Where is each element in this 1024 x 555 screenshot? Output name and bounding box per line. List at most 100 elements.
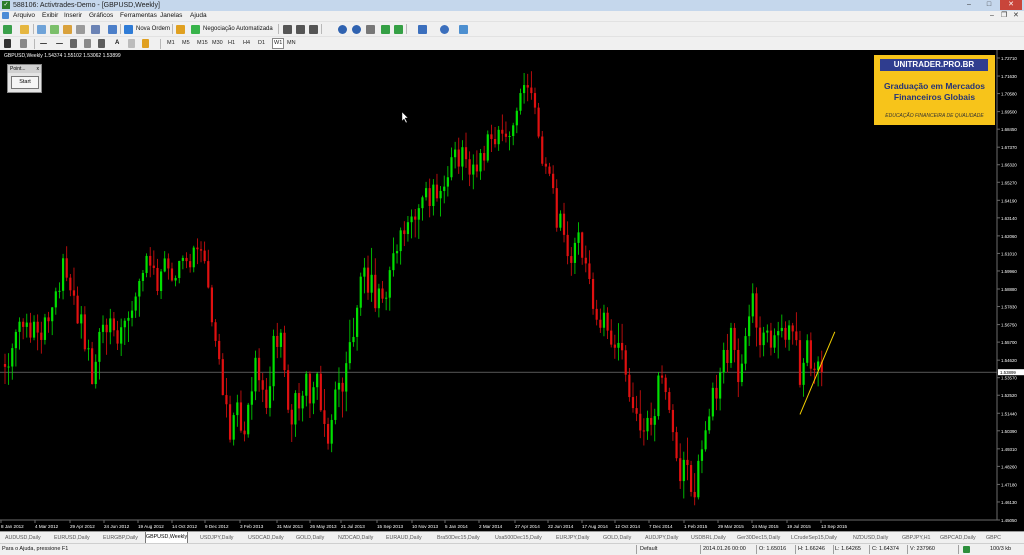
menu-graficos[interactable]: Gráficos xyxy=(89,12,113,20)
candle-body xyxy=(461,147,464,167)
minimize-button[interactable]: – xyxy=(960,0,978,10)
indicators-icon[interactable] xyxy=(418,25,427,34)
price-chart[interactable]: 1.72710 1.71630 1.70580 1.69500 1.68450 1.673… xyxy=(0,50,1024,531)
candle-body xyxy=(22,321,25,327)
timeframe-m1[interactable]: M1 xyxy=(167,39,175,48)
timeframe-m15[interactable]: M15 xyxy=(197,39,208,48)
timeframe-w1[interactable]: W1 xyxy=(272,38,285,49)
tab-nzdusd-daily[interactable]: NZDUSD,Daily xyxy=(853,533,888,543)
templates-icon[interactable] xyxy=(459,25,468,34)
tab-eurjpy-daily[interactable]: EURJPY,Daily xyxy=(556,533,589,543)
timeframe-h1[interactable]: H1 xyxy=(228,39,235,48)
tab-audjpy-daily[interactable]: AUDJPY,Daily xyxy=(645,533,678,543)
tab-lcrudesep15-daily[interactable]: LCrudeSep15,Daily xyxy=(791,533,837,543)
candle-body xyxy=(700,449,704,461)
menu-inserir[interactable]: Inserir xyxy=(64,12,82,20)
timeframe-d1[interactable]: D1 xyxy=(258,39,265,48)
mdi-restore-button[interactable]: ❐ xyxy=(1001,11,1007,20)
candle-body xyxy=(80,314,83,324)
bar-chart-icon[interactable] xyxy=(283,25,292,34)
candle-body xyxy=(733,327,736,350)
label-tool-icon[interactable] xyxy=(128,39,135,48)
zoom-in-icon[interactable] xyxy=(338,25,347,34)
close-button[interactable]: ✕ xyxy=(1000,0,1022,10)
auto-trading-button[interactable]: Negociação Automatizada xyxy=(203,24,273,34)
crosshair-icon[interactable] xyxy=(20,39,27,48)
trendline[interactable] xyxy=(799,331,836,415)
tab-euraud-daily[interactable]: EURAUD,Daily xyxy=(386,533,422,543)
candle-body xyxy=(123,320,126,328)
tab-gold-daily[interactable]: GOLD,Daily xyxy=(603,533,631,543)
menu-ajuda[interactable]: Ajuda xyxy=(190,12,207,20)
candle-body xyxy=(11,348,14,367)
vertical-line-icon[interactable] xyxy=(40,43,47,44)
auto-scroll-icon[interactable] xyxy=(381,25,390,34)
help-hint: Para o Ajuda, pressione F1 xyxy=(2,546,69,552)
tab-eurgbp-daily[interactable]: EURGBP,Daily xyxy=(103,533,138,543)
tab-usdjpy-daily[interactable]: USDJPY,Daily xyxy=(200,533,233,543)
periods-icon[interactable] xyxy=(440,25,449,34)
candle-body xyxy=(112,318,115,331)
candle-body xyxy=(87,348,90,350)
tab-gbpjpy-h1[interactable]: GBPJPY,H1 xyxy=(902,533,930,543)
script-panel-close-icon[interactable]: x xyxy=(37,65,40,73)
candle-body xyxy=(508,136,511,138)
candle-body xyxy=(610,330,613,345)
navigator-icon[interactable] xyxy=(63,25,72,34)
auto-trading-icon[interactable] xyxy=(191,25,200,34)
channel-icon[interactable] xyxy=(84,39,91,48)
new-chart-icon[interactable] xyxy=(3,25,12,34)
candle-body xyxy=(486,134,489,161)
metaeditor-icon[interactable] xyxy=(108,25,117,34)
timeframe-m5[interactable]: M5 xyxy=(182,39,190,48)
mdi-minimize-button[interactable]: – xyxy=(990,11,994,20)
market-watch-icon[interactable] xyxy=(37,25,46,34)
data-window-icon[interactable] xyxy=(50,25,59,34)
mdi-close-button[interactable]: ✕ xyxy=(1013,11,1019,20)
fibonacci-icon[interactable] xyxy=(98,39,105,48)
tab-usdcad-daily[interactable]: USDCAD,Daily xyxy=(248,533,284,543)
menu-exibir[interactable]: Exibir xyxy=(42,12,58,20)
tab-gbpc[interactable]: GBPC xyxy=(986,533,1001,543)
candle-body xyxy=(675,432,678,459)
candle-body xyxy=(537,107,540,137)
tab-usdbrl-daily[interactable]: USDBRL,Daily xyxy=(691,533,726,543)
candle-body xyxy=(682,459,685,482)
timeframe-m30[interactable]: M30 xyxy=(212,39,223,48)
candlesticks-icon[interactable] xyxy=(296,25,305,34)
horizontal-line-icon[interactable] xyxy=(56,43,63,44)
chart-window[interactable]: 1.72710 1.71630 1.70580 1.69500 1.68450 1.673… xyxy=(0,50,1024,531)
strategy-tester-icon[interactable] xyxy=(91,25,100,34)
candle-body xyxy=(145,255,148,273)
cursor-icon[interactable] xyxy=(4,39,11,48)
line-chart-icon[interactable] xyxy=(309,25,318,34)
new-order-button[interactable]: Nova Ordem xyxy=(136,24,170,34)
menu-ferramentas[interactable]: Ferramentas xyxy=(120,12,157,20)
trendline-icon[interactable] xyxy=(70,39,77,48)
new-order-icon[interactable] xyxy=(124,25,133,34)
tab-audusd-daily[interactable]: AUDUSD,Daily xyxy=(5,533,41,543)
profiles-icon[interactable] xyxy=(20,25,29,34)
expert-advisors-icon[interactable] xyxy=(176,25,185,34)
menu-janelas[interactable]: Janelas xyxy=(160,12,182,20)
start-button[interactable]: Start xyxy=(11,76,39,89)
maximize-button[interactable]: □ xyxy=(980,0,998,10)
tab-gbpcad-daily[interactable]: GBPCAD,Daily xyxy=(940,533,976,543)
tab-usa500dec15-daily[interactable]: Usa500Dec15,Daily xyxy=(495,533,542,543)
zoom-out-icon[interactable] xyxy=(352,25,361,34)
tab-ger30dec15-daily[interactable]: Ger30Dec15,Daily xyxy=(737,533,780,543)
tab-eurusd-daily[interactable]: EURUSD,Daily xyxy=(54,533,90,543)
menu-arquivo[interactable]: Arquivo xyxy=(13,12,35,20)
text-tool-icon[interactable]: A xyxy=(115,38,119,48)
timeframe-h4[interactable]: H4 xyxy=(243,39,250,48)
tab-gold-daily[interactable]: GOLD,Daily xyxy=(296,533,324,543)
tab-bra50dec15-daily[interactable]: Bra50Dec15,Daily xyxy=(437,533,480,543)
candle-body xyxy=(51,307,54,322)
unitrader-banner[interactable]: UNITRADER.PRO.BR Graduação em Mercados F… xyxy=(874,55,995,125)
timeframe-mn[interactable]: MN xyxy=(287,39,296,48)
arrows-icon[interactable] xyxy=(142,39,149,48)
chart-shift-icon[interactable] xyxy=(394,25,403,34)
tile-windows-icon[interactable] xyxy=(366,25,375,34)
terminal-icon[interactable] xyxy=(76,25,85,34)
tab-nzdcad-daily[interactable]: NZDCAD,Daily xyxy=(338,533,373,543)
